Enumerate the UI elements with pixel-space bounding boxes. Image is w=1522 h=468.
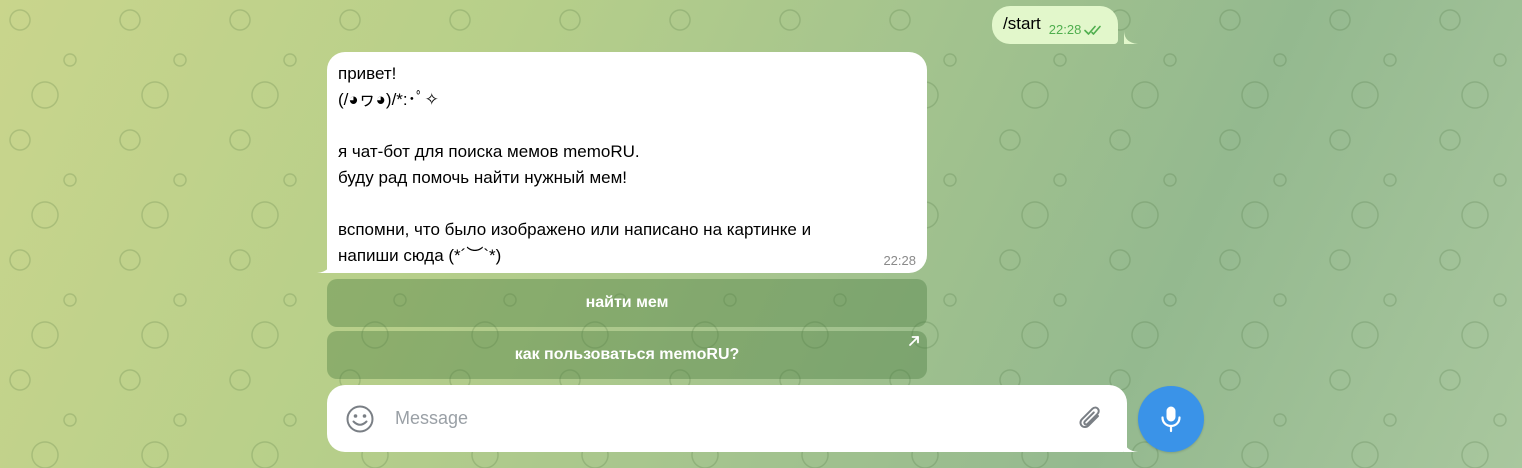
message-time: 22:28 <box>883 253 916 268</box>
paperclip-icon[interactable] <box>1077 404 1105 434</box>
external-link-arrow-icon <box>909 336 919 346</box>
microphone-icon <box>1161 406 1181 433</box>
message-time: 22:28 <box>1048 22 1082 37</box>
composer-tail <box>1124 438 1138 452</box>
how-to-use-button[interactable]: как пользоваться memoRU? <box>327 331 927 379</box>
incoming-bubble-tail <box>317 259 331 273</box>
message-text: привет! (/◕ヮ◕)/*:･ﾟ✧ я чат-бот для поиск… <box>338 64 812 265</box>
incoming-message[interactable]: привет! (/◕ヮ◕)/*:･ﾟ✧ я чат-бот для поиск… <box>327 52 927 273</box>
outgoing-message[interactable]: /start 22:28 <box>992 6 1119 44</box>
outgoing-bubble-tail <box>1124 30 1138 44</box>
button-label: найти мем <box>585 294 669 311</box>
button-label: как пользоваться memoRU? <box>514 346 740 363</box>
emoji-icon[interactable] <box>345 404 375 434</box>
message-composer <box>327 385 1127 452</box>
message-input[interactable] <box>395 403 1077 434</box>
message-text: /start <box>1003 14 1041 33</box>
voice-record-button[interactable] <box>1138 386 1204 452</box>
find-meme-button[interactable]: найти мем <box>327 279 927 327</box>
message-meta: 22:28 <box>1049 22 1107 37</box>
double-check-icon <box>1084 25 1102 35</box>
